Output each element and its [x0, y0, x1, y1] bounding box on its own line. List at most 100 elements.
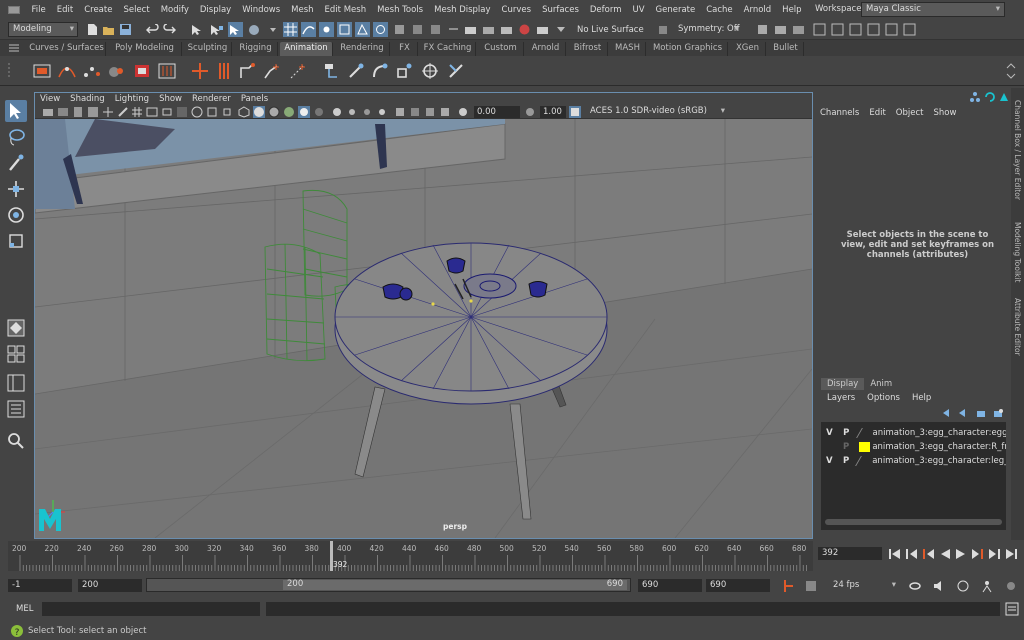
animation-start-field[interactable]: -1 [8, 579, 72, 592]
layer-visibility-toggle[interactable]: V [821, 456, 838, 466]
character-set-icon[interactable] [980, 579, 994, 593]
safe-title-icon[interactable] [221, 106, 233, 118]
orient-constraint-icon[interactable] [370, 61, 390, 81]
select-hierarchy-icon[interactable] [190, 22, 205, 37]
channel-box-toggle-icon[interactable] [884, 22, 899, 37]
step-forward-frame-icon[interactable] [987, 548, 1001, 560]
menu-mesh[interactable]: Mesh [286, 5, 319, 15]
construction-history-icon[interactable] [446, 22, 461, 37]
resolution-gate-icon[interactable] [161, 106, 173, 118]
save-scene-icon[interactable] [118, 22, 133, 37]
shelf-tab-motion-graphics[interactable]: Motion Graphics [648, 42, 728, 56]
render-view-icon[interactable] [535, 22, 550, 37]
panel-toggle-icon[interactable] [830, 22, 845, 37]
script-editor-icon[interactable] [1005, 602, 1019, 616]
layer-color-swatch[interactable] [855, 456, 874, 466]
ghost-icon[interactable] [57, 61, 77, 81]
layer-name[interactable]: animation_3:egg_character:egg [873, 428, 1007, 438]
shelf-tab-rigging[interactable]: Rigging [234, 42, 278, 56]
channel-box-menu-show[interactable]: Show [928, 108, 961, 118]
menu-mesh-tools[interactable]: Mesh Tools [372, 5, 429, 15]
attribute-toggle-icon[interactable] [848, 22, 863, 37]
hypershade-icon[interactable] [517, 22, 532, 37]
key-translate-icon[interactable] [214, 61, 234, 81]
menu-display[interactable]: Display [194, 5, 236, 15]
shelf-tab-bullet[interactable]: Bullet [768, 42, 804, 56]
layer-row[interactable]: V P animation_3:egg_character:egg [821, 426, 1006, 440]
xray-components-icon[interactable] [439, 106, 451, 118]
step-forward-key-icon[interactable] [970, 548, 984, 560]
layer-playback-toggle[interactable]: P [838, 456, 855, 466]
mel-label[interactable]: MEL [16, 604, 33, 614]
channel-box-key-icon[interactable] [969, 91, 981, 103]
channel-box-menu-object[interactable]: Object [891, 108, 929, 118]
channel-box-menu-channels[interactable]: Channels [815, 108, 864, 118]
camera-icon[interactable] [773, 22, 788, 37]
parent-constraint-icon[interactable] [322, 61, 342, 81]
bookmarks-icon[interactable] [72, 106, 84, 118]
tool-settings-icon[interactable] [866, 22, 881, 37]
range-slider[interactable]: 200 690 [146, 578, 631, 592]
redo-icon[interactable] [162, 22, 177, 37]
move-layer-up-icon[interactable] [941, 408, 953, 419]
menu-help[interactable]: Help [777, 5, 807, 15]
menu-arnold[interactable]: Arnold [738, 5, 777, 15]
viewport-menu-renderer[interactable]: Renderer [187, 94, 236, 104]
toolkit-icon[interactable] [755, 22, 770, 37]
wireframe-icon[interactable] [238, 106, 250, 118]
object-type-mask-icon[interactable] [247, 22, 262, 37]
screen-space-ao-icon[interactable] [331, 106, 343, 118]
layer-color-swatch[interactable] [858, 442, 871, 452]
sidebar-toggle-icon[interactable] [812, 22, 827, 37]
playback-start-field[interactable]: 200 [78, 579, 142, 592]
layer-menu-layers[interactable]: Layers [821, 393, 861, 403]
shelf-tab-mash[interactable]: MASH [610, 42, 646, 56]
step-back-frame-icon[interactable] [905, 548, 919, 560]
exposure-icon[interactable] [457, 106, 469, 118]
shelf-tab-fx[interactable]: FX [392, 42, 418, 56]
channel-box-refresh-icon[interactable] [984, 91, 996, 103]
shelf-tab-curves-surfaces[interactable]: Curves / Surfaces [28, 42, 106, 56]
new-layer-selected-icon[interactable] [992, 408, 1004, 419]
menu-mesh-display[interactable]: Mesh Display [429, 5, 496, 15]
auto-key-icon[interactable] [782, 579, 796, 593]
time-ruler[interactable]: 200 220 240 260 280 300 320 340 360 380 400 420 440 4… [8, 541, 813, 571]
shelf-settings-icon[interactable] [7, 43, 21, 53]
layer-name[interactable]: animation_3:egg_character:leg_ [872, 456, 1006, 466]
maya-menu-icon[interactable] [6, 3, 22, 17]
shelf-tab-arnold[interactable]: Arnold [526, 42, 566, 56]
anim-prefs-icon[interactable] [1004, 579, 1018, 593]
time-editor-icon[interactable] [157, 61, 177, 81]
image-plane-icon[interactable] [87, 106, 99, 118]
menu-create[interactable]: Create [79, 5, 118, 15]
layer-visibility-toggle[interactable]: V [821, 428, 838, 438]
layer-list-scrollbar[interactable] [825, 519, 1002, 525]
motion-blur-icon[interactable] [346, 106, 358, 118]
render-current-frame-icon[interactable] [463, 22, 478, 37]
menu-generate[interactable]: Generate [650, 5, 701, 15]
animation-end-field[interactable]: 690 [706, 579, 770, 592]
time-slider[interactable]: 200 220 240 260 280 300 320 340 360 380 400 420 440 4… [0, 540, 813, 574]
view-transform-icon[interactable] [569, 106, 581, 118]
xray-icon[interactable] [409, 106, 421, 118]
speed-icon[interactable] [956, 579, 970, 593]
layer-tab-display[interactable]: Display [821, 378, 865, 390]
play-backwards-icon[interactable] [939, 548, 951, 560]
range-slider-handle[interactable]: 200 690 [283, 579, 627, 590]
shelf-tab-sculpting[interactable]: Sculpting [184, 42, 232, 56]
viewport-menu-shading[interactable]: Shading [65, 94, 110, 104]
viewport-menu-lighting[interactable]: Lighting [110, 94, 154, 104]
safe-action-icon[interactable] [206, 106, 218, 118]
motion-trail-icon[interactable] [82, 61, 102, 81]
shelf-tab-poly-modeling[interactable]: Poly Modeling [108, 42, 182, 56]
snap-curve-icon[interactable] [301, 22, 316, 37]
sound-icon[interactable] [932, 579, 946, 593]
menu-file[interactable]: File [26, 5, 51, 15]
lighting-icon[interactable] [553, 22, 568, 37]
gamma-field[interactable]: 1.00 [540, 106, 566, 118]
smooth-shade-icon[interactable] [253, 106, 265, 118]
menu-cache[interactable]: Cache [701, 5, 738, 15]
point-constraint-icon[interactable] [346, 61, 366, 81]
layer-row[interactable]: P animation_3:egg_character:R_fr [821, 440, 1006, 454]
menu-uv[interactable]: UV [627, 5, 650, 15]
